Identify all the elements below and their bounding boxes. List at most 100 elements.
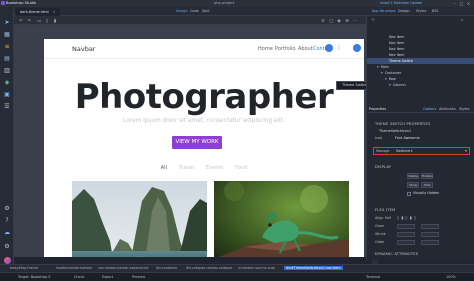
components-icon[interactable]: ▦	[3, 31, 11, 38]
breadcrumb-item[interactable]: header.border-bottom	[56, 266, 92, 270]
tablet-view-icon[interactable]: ▯	[44, 18, 50, 23]
close-tab-icon[interactable]: ×	[53, 10, 56, 14]
manage-select[interactable]: Switcher1	[396, 149, 413, 153]
breadcrumb-item-active[interactable]: div#ThemeSwitchIcon1.nav-item	[284, 266, 343, 270]
chevron-down-icon[interactable]: ▾	[377, 65, 379, 69]
more-icon[interactable]: ⋯	[352, 18, 358, 23]
close-icon[interactable]: ×	[466, 1, 471, 6]
shrink-input-alt[interactable]	[421, 232, 439, 237]
layers-icon[interactable]: ◈	[3, 79, 11, 86]
photo-lizard[interactable]	[214, 181, 349, 257]
tab-styles[interactable]: Styles	[416, 9, 426, 13]
tab-attributes[interactable]: Attributes	[439, 107, 456, 111]
order-input[interactable]	[397, 240, 415, 245]
filter-food[interactable]: Food	[235, 165, 247, 171]
nav-link-portfolio[interactable]: Portfolio	[275, 46, 296, 52]
breadcrumb-item[interactable]: body#top.theme	[10, 266, 38, 270]
maximize-icon[interactable]: □	[459, 1, 464, 6]
align-self-icons[interactable]: ▯▮▯▮▯	[397, 215, 418, 220]
align-self-label: Align Self	[375, 216, 391, 220]
display-show-button[interactable]: Show	[407, 182, 419, 188]
desktop-view-icon[interactable]: ▭	[36, 18, 42, 23]
export-button[interactable]: Export	[102, 275, 113, 279]
tab-properties[interactable]: Properties	[369, 107, 386, 111]
tab-options[interactable]: Options	[423, 107, 436, 111]
canvas-toolbar: ↶ ↷ ▭ ▯ ▮ ≡ ▢ ◉ ⊕ ⋯	[14, 16, 366, 25]
view-my-work-button[interactable]: VIEW MY WORK	[172, 136, 222, 149]
tab-bss[interactable]: BSS	[432, 9, 439, 13]
order-input-alt[interactable]	[421, 240, 439, 245]
check-button[interactable]: Check	[74, 275, 84, 279]
properties-tabs: Properties Options Attributes Styles	[367, 106, 474, 113]
pages-icon[interactable]: ▥	[3, 67, 11, 74]
breadcrumb: body#top.theme header.border-bottom nav.…	[0, 264, 474, 272]
shrink-input[interactable]	[397, 232, 415, 237]
breadcrumb-item[interactable]: div.collapse.navbar-collapse	[186, 266, 232, 270]
filter-travel[interactable]: Travel	[179, 165, 194, 171]
filter-events[interactable]: Events	[206, 165, 224, 171]
title-bar: Bootstrap Studio php project Install 1 E…	[0, 0, 474, 7]
eye-icon[interactable]: ◉	[336, 18, 342, 23]
add-icon[interactable]: ＋	[371, 17, 375, 23]
align-left-icon[interactable]: ≡	[320, 18, 326, 23]
theme-switch-add-icon[interactable]	[353, 44, 361, 52]
stack-icon[interactable]: ▣	[3, 91, 11, 98]
tab-app-structure[interactable]: App Structure	[372, 9, 395, 13]
nav-link-about[interactable]: About	[298, 46, 313, 52]
document-tab[interactable]: dark-theme.html ×	[16, 8, 60, 16]
mode-design-button[interactable]: Design	[176, 9, 188, 13]
undo-icon[interactable]: ↶	[18, 18, 24, 23]
grow-input[interactable]	[397, 224, 415, 229]
menu-icon[interactable]: ☰	[3, 103, 11, 110]
photo-landscape[interactable]	[72, 181, 207, 257]
grow-input-alt[interactable]	[421, 224, 439, 229]
zoom-level[interactable]: 100%	[446, 275, 456, 279]
chevron-down-icon[interactable]: ▾	[389, 83, 391, 87]
gear-icon[interactable]: ⚙	[3, 243, 11, 250]
display-hide-label: Hide	[423, 183, 431, 187]
nav-link-home[interactable]: Home	[258, 46, 273, 52]
tree-item[interactable]: ▾ Column	[367, 82, 474, 88]
preview-button[interactable]: Preview	[132, 275, 145, 279]
options-icon[interactable]: ⋮	[336, 44, 342, 51]
cursor-icon[interactable]: ➤	[3, 19, 11, 26]
tab-styles-panel[interactable]: Styles	[459, 107, 469, 111]
search-icon[interactable]: ⌕	[461, 17, 463, 22]
visually-hidden-checkbox[interactable]	[407, 192, 411, 196]
target-selector[interactable]: Target: Bootstrap 5	[18, 275, 50, 279]
terminal-button[interactable]: Terminal	[366, 275, 380, 279]
breadcrumb-item[interactable]: nav.navbar.navbar-expand-md	[98, 266, 148, 270]
filter-all[interactable]: All	[161, 165, 167, 171]
breadcrumb-item[interactable]: ul.navbar-nav.ms-auto	[238, 266, 275, 270]
minimize-icon[interactable]: –	[452, 1, 457, 6]
navbar-brand[interactable]: Navbar	[72, 45, 95, 53]
breadcrumb-item[interactable]: div.container	[156, 266, 177, 270]
display-visible-button[interactable]: Visible	[407, 173, 419, 179]
settings-icon[interactable]: ⚙	[3, 205, 11, 212]
theme-switch-id: ThemeSwitchIcon1	[379, 129, 412, 133]
display-hide-button[interactable]: Hide	[421, 182, 433, 188]
cloud-icon[interactable]: ☁	[3, 229, 11, 236]
outline-icon[interactable]: ▢	[328, 18, 334, 23]
zoom-icon[interactable]: ⊕	[344, 18, 350, 23]
grid-icon[interactable]: ▤	[3, 55, 11, 62]
redo-icon[interactable]: ↷	[26, 18, 32, 23]
tree-item-label: Container	[384, 71, 402, 75]
display-hidden-label: Hidden	[422, 174, 433, 178]
help-icon[interactable]: ?	[3, 217, 11, 224]
extension-update-link[interactable]: Install 1 Extension Update	[380, 1, 422, 5]
section-dynamic-attributes: DYNAMIC ATTRIBUTES	[375, 252, 419, 256]
mode-split-button[interactable]: Split	[202, 9, 210, 13]
theme-switch-icon[interactable]	[325, 44, 333, 52]
chevron-down-icon[interactable]: ▾	[385, 77, 387, 81]
tab-design[interactable]: Design	[398, 9, 410, 13]
user-avatar-icon[interactable]	[3, 257, 11, 264]
chevron-down-icon[interactable]: ▾	[465, 148, 467, 153]
icon-select[interactable]: Font Awesome	[395, 136, 420, 140]
chevron-down-icon[interactable]: ▾	[381, 71, 383, 75]
mode-code-button[interactable]: Code	[190, 9, 199, 13]
display-hidden-button[interactable]: Hidden	[421, 173, 433, 179]
panel-header-icons: ＋ ⌕	[371, 17, 471, 23]
phone-view-icon[interactable]: ▮	[52, 18, 58, 23]
database-icon[interactable]: ≡	[3, 43, 11, 50]
